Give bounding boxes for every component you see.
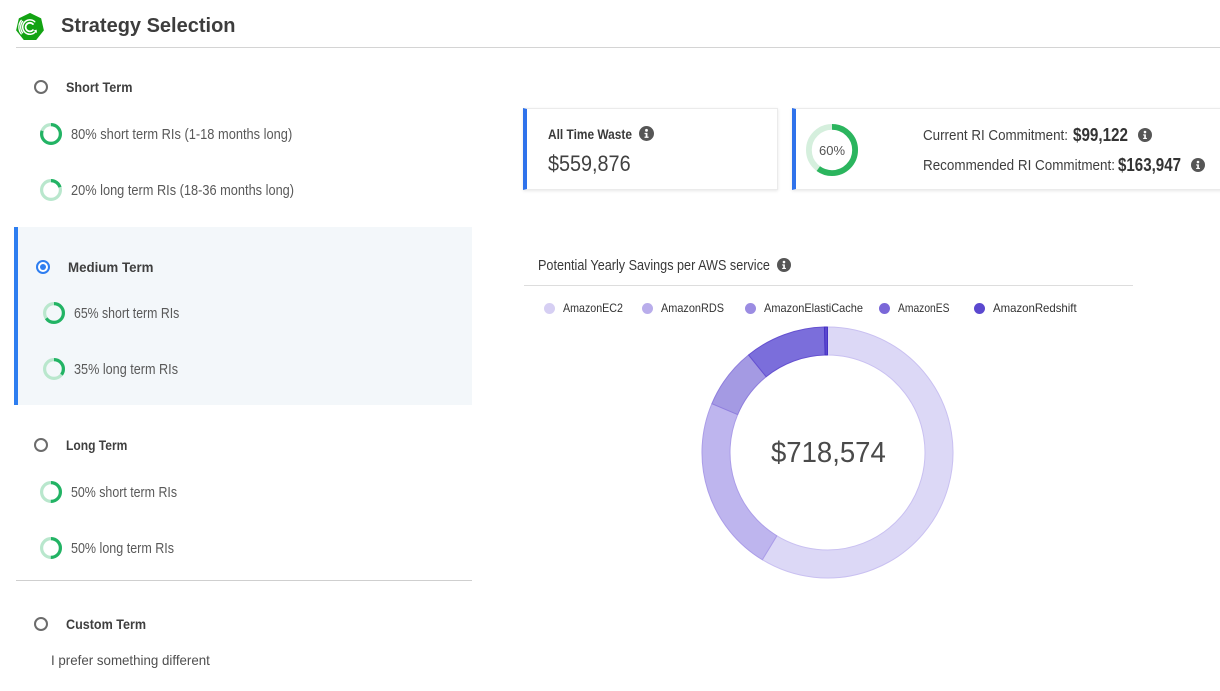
- svg-text:60%: 60%: [819, 143, 845, 158]
